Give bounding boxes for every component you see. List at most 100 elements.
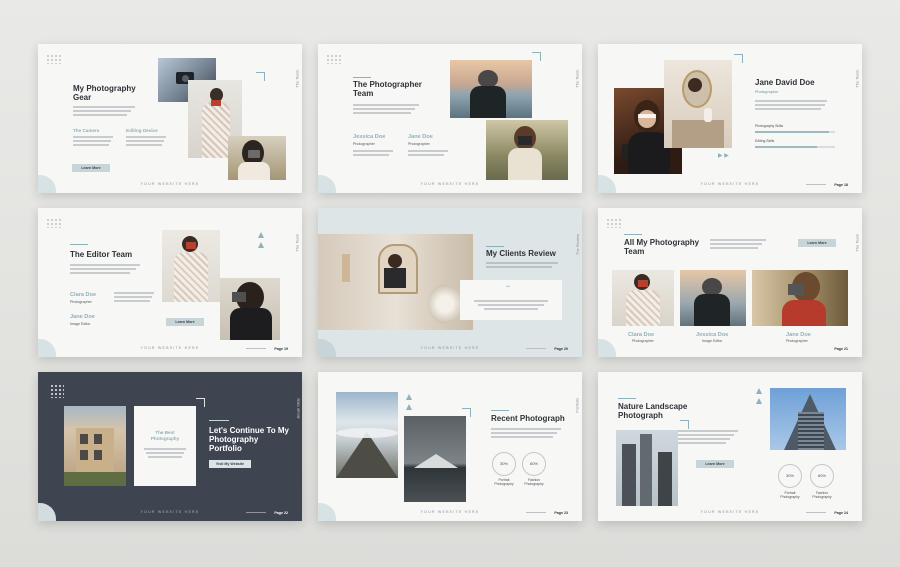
member-name-2: Jessica Doe: [696, 332, 729, 338]
title-accent-line: [491, 410, 509, 411]
text-line: [474, 300, 548, 302]
text-line: [73, 140, 111, 142]
text-line: [678, 430, 738, 432]
text-line: [114, 300, 150, 302]
page-line: [806, 512, 826, 513]
text-line: [755, 104, 825, 106]
text-line: [710, 247, 758, 249]
member-name-1: Clara Doe: [628, 332, 655, 338]
page-number: Page 20: [554, 347, 568, 351]
member-role-1: Photographer: [353, 142, 375, 146]
page-number: Page 23: [554, 511, 568, 515]
slide-recent-photograph: Recent Photograph 30% 60% Portrait Photo…: [318, 372, 582, 521]
text-line: [755, 108, 821, 110]
photo-team-member-3: [752, 270, 848, 326]
slide-clients-review: My Clients Review ““ The Review YOUR WEB…: [318, 208, 582, 357]
photo-glass-building: [770, 388, 846, 450]
text-line: [678, 442, 726, 444]
member-role-1: Photographer: [632, 339, 654, 343]
text-line: [73, 106, 135, 108]
text-line: [353, 112, 411, 114]
skill-label-editing: Editing Skills: [755, 139, 775, 143]
title-accent-line: [209, 420, 229, 421]
text-line: [486, 266, 552, 268]
learn-more-button[interactable]: Learn More: [798, 239, 836, 247]
percent-circle-fashion: 60%: [522, 452, 546, 476]
slide-editor-team: The Editor Team Clara Doe Photographer J…: [38, 208, 302, 357]
slide-title: My Photography Gear: [73, 84, 136, 102]
slide-nature-landscape: Nature Landscape Photograph Learn More 3…: [598, 372, 862, 521]
column-heading-editing: Editing Device: [126, 128, 158, 133]
visit-website-button[interactable]: Visit My Website: [209, 460, 251, 468]
learn-more-button[interactable]: Learn More: [166, 318, 204, 326]
text-line: [678, 438, 730, 440]
photo-woman-dark-camera: [220, 278, 280, 340]
photo-brick-building: [64, 406, 126, 486]
skill-bar-photography: [755, 131, 835, 133]
dot-grid-decoration: [326, 54, 342, 64]
text-line: [70, 264, 140, 266]
page-line: [246, 512, 266, 513]
card-title: The Best Photography: [150, 430, 180, 441]
column-heading-camera: The Camera: [73, 128, 100, 133]
text-line: [353, 104, 419, 106]
label-fashion: Fashion Photography: [812, 491, 832, 499]
text-line: [126, 136, 166, 138]
dot-grid-decoration: [46, 218, 62, 228]
page-number: Page 24: [834, 511, 848, 515]
photo-lake-mountain: [404, 416, 466, 502]
dot-grid-decoration: [606, 218, 622, 228]
page-number: Page 21: [834, 347, 848, 351]
member-role-2: Image Editor: [70, 322, 91, 326]
text-line: [408, 154, 444, 156]
text-line: [73, 144, 109, 146]
member-role-2: Photographer: [408, 142, 430, 146]
text-line: [70, 272, 130, 274]
photo-woman-camera-field: [228, 136, 286, 180]
text-line: [114, 296, 152, 298]
corner-accent: [680, 420, 689, 429]
dot-grid-decoration: [50, 384, 64, 398]
footer-website: YOUR WEBSITE HERE: [420, 182, 480, 186]
photo-woman-mirror-flowers: [318, 234, 473, 330]
text-line: [491, 432, 557, 434]
text-line: [710, 239, 766, 241]
page-number: Page 18: [834, 183, 848, 187]
label-portrait: Portrait Photography: [780, 491, 800, 499]
slide-title: Jane David Doe: [755, 78, 815, 87]
triangle-decoration: [756, 388, 762, 394]
learn-more-button[interactable]: Learn More: [72, 164, 110, 172]
text-line: [73, 136, 113, 138]
dot-grid-decoration: [46, 54, 62, 64]
vertical-tab-label: The Team: [855, 234, 860, 252]
title-accent-line: [618, 398, 636, 399]
vertical-tab-label: The Team: [575, 70, 580, 88]
percent-circle-portrait: 30%: [778, 464, 802, 488]
text-line: [353, 154, 389, 156]
slide-photographer-team: The Photographer Team Jessica Doe Photog…: [318, 44, 582, 193]
slide-title: My Clients Review: [486, 249, 556, 258]
text-line: [70, 268, 136, 270]
title-accent-line: [486, 246, 504, 247]
photo-team-member-2: [680, 270, 746, 326]
page-line: [526, 512, 546, 513]
corner-accent: [196, 398, 205, 407]
slide-title: Nature Landscape Photograph: [618, 402, 688, 420]
learn-more-button[interactable]: Learn More: [696, 460, 734, 468]
page-number: Page 22: [274, 511, 288, 515]
photo-woman-camera-grass: [486, 120, 568, 180]
slide-title: Let's Continue To My Photography Portfol…: [209, 426, 289, 453]
photo-mountain-clouds: [336, 392, 398, 478]
text-line: [491, 428, 561, 430]
text-line: [114, 292, 154, 294]
vertical-tab-label: The Review: [575, 234, 580, 256]
text-line: [144, 448, 186, 450]
title-accent-line: [624, 234, 642, 235]
corner-blob-decoration: [598, 339, 616, 357]
member-role-3: Photographer: [786, 339, 808, 343]
title-accent-line: [353, 77, 371, 78]
member-name-1: Jessica Doe: [353, 134, 386, 140]
text-line: [491, 436, 553, 438]
skill-bar-editing: [755, 146, 835, 148]
slide-subtitle: Photographer: [755, 90, 779, 94]
